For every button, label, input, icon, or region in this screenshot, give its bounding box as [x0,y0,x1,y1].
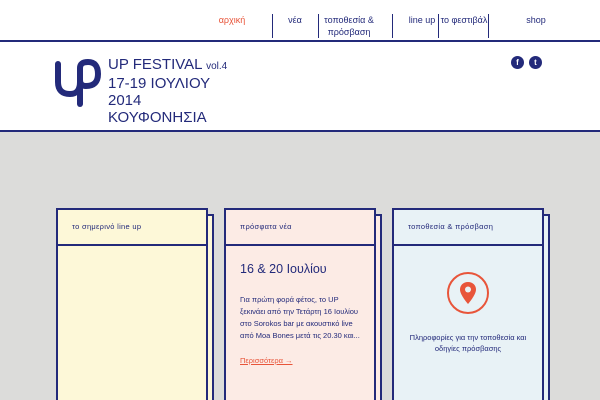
news-headline[interactable]: 16 & 20 Ιουλίου [240,262,360,276]
news-excerpt: Για πρώτη φορά φέτος, το UP ξεκινάει από… [240,295,360,340]
location-card: τοποθεσία & πρόσβαση Πληροφορίες για την… [392,208,550,400]
festival-year: 2014 [108,92,142,109]
card-flap [376,214,382,400]
nav-divider [488,14,489,38]
location-card-title: τοποθεσία & πρόσβαση [394,210,542,246]
facebook-icon[interactable]: f [511,56,524,69]
festival-info: UP FESTIVAL vol.4 17-19 ΙΟΥΛΙΟΥ 2014 ΚΟΥ… [108,56,227,126]
nav-shop[interactable]: shop [518,14,554,26]
nav-home[interactable]: αρχική [206,14,258,26]
lineup-card: το σημερινό line up [56,208,214,400]
nav-location[interactable]: τοποθεσία & πρόσβαση [306,14,392,38]
festival-volume: vol.4 [206,61,228,72]
read-more-link[interactable]: Περισσότερα → [240,356,293,365]
up-logo[interactable] [52,58,102,108]
news-card: πρόσφατα νέα 16 & 20 Ιουλίου Για πρώτη φ… [224,208,382,400]
nav-lineup[interactable]: line up [406,14,438,26]
top-nav: αρχική νέα τοποθεσία & πρόσβαση line up … [0,0,600,40]
news-card-title: πρόσφατα νέα [226,210,374,246]
nav-divider [392,14,393,38]
twitter-icon[interactable]: t [529,56,542,69]
card-flap [208,214,214,400]
card-flap [544,214,550,400]
festival-dates: 17-19 ΙΟΥΛΙΟΥ [108,75,211,92]
site-header: UP FESTIVAL vol.4 17-19 ΙΟΥΛΙΟΥ 2014 ΚΟΥ… [0,40,600,132]
nav-festival[interactable]: το φεστιβάλ [440,14,488,26]
nav-divider [438,14,439,38]
festival-location: ΚΟΥΦΟΝΗΣΙΑ [108,109,207,126]
festival-title: UP FESTIVAL [108,56,202,73]
map-pin-icon[interactable] [447,272,489,314]
lineup-card-title: το σημερινό line up [58,210,206,246]
location-text: Πληροφορίες για την τοποθεσία και οδηγίε… [409,333,527,353]
